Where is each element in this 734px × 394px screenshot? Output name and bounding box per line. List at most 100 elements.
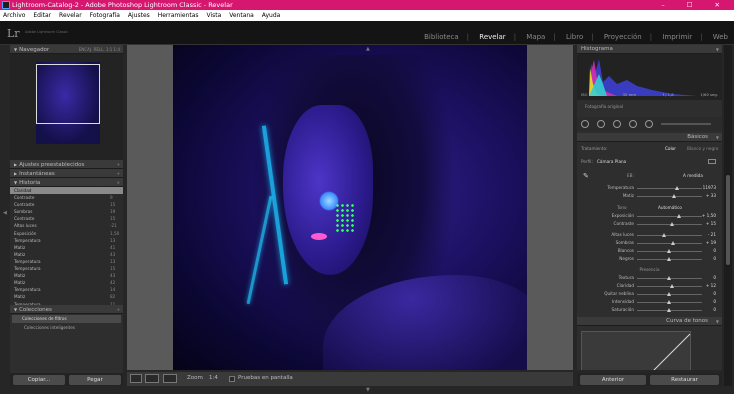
add-preset-icon[interactable]: + (117, 160, 120, 169)
slider-knob[interactable] (667, 249, 671, 253)
profile-select[interactable]: Cámara Plana (597, 158, 626, 166)
history-item[interactable]: Temperatura 13 (10, 258, 123, 265)
slider-knob[interactable] (669, 284, 674, 288)
menu-editar[interactable]: Editar (33, 12, 51, 19)
history-item[interactable]: Temperatura 15 (10, 265, 123, 272)
zoom-value[interactable]: 1:4 (209, 375, 218, 381)
treatment-bw-option[interactable]: Blanco y negro (687, 145, 718, 153)
red-eye-icon[interactable] (613, 120, 621, 128)
history-item[interactable]: Contraste 15 (10, 215, 123, 222)
loupe-view-icon[interactable] (130, 374, 142, 383)
slider-value[interactable]: - 21 (708, 231, 716, 239)
slider-knob[interactable] (667, 308, 671, 312)
auto-tone-button[interactable]: Automático (658, 205, 682, 210)
history-item[interactable]: Temperatura 14 (10, 286, 123, 293)
spot-removal-icon[interactable] (597, 120, 605, 128)
adjustment-brush-slider[interactable] (661, 123, 711, 125)
slider-knob[interactable] (667, 292, 671, 296)
slider-value[interactable]: 0 (713, 306, 716, 314)
slider-value[interactable]: 0 (713, 255, 716, 263)
before-after-icon[interactable] (145, 374, 159, 383)
slider-value[interactable]: + 15 (706, 220, 716, 228)
previous-button[interactable]: Anterior (580, 375, 646, 385)
history-item[interactable]: Contraste 9 (10, 194, 123, 201)
eyedropper-icon[interactable]: ✎ (583, 172, 589, 180)
tone-curve-header[interactable]: Curva de tonos ▼ (577, 317, 722, 326)
slider-value[interactable]: 0 (713, 274, 716, 282)
slider-value[interactable]: + 12 (706, 282, 716, 290)
clear-history-icon[interactable]: ✕ (117, 178, 120, 187)
tone-curve-graph[interactable] (581, 331, 691, 370)
slider-track[interactable] (637, 216, 702, 217)
slider-value[interactable]: 0 (713, 298, 716, 306)
add-snapshot-icon[interactable]: + (117, 169, 120, 178)
slider-knob[interactable] (670, 241, 675, 245)
add-collection-icon[interactable]: + (117, 305, 120, 314)
photo-preview[interactable] (173, 45, 527, 370)
slider-track[interactable] (637, 188, 702, 189)
history-item[interactable]: Matiz 43 (10, 251, 123, 258)
presets-header[interactable]: ▶ Ajustes preestablecidos + (10, 160, 123, 169)
left-panel-collapse-icon[interactable]: ◀ (3, 210, 7, 216)
window-controls[interactable]: – ☐ ✕ (661, 0, 730, 10)
snapshots-header[interactable]: ▶ Instantáneas + (10, 169, 123, 178)
history-item[interactable]: Contraste 15 (10, 201, 123, 208)
bottom-panel-collapse-icon[interactable]: ▼ (366, 387, 370, 393)
history-item[interactable]: Matiz 43 (10, 272, 123, 279)
slider-knob[interactable] (672, 194, 677, 198)
slider-knob[interactable] (667, 276, 671, 280)
navigator-header[interactable]: ▼ Navegador ENCAJ. RELL. 1:1 1:4 (10, 45, 123, 54)
slider-track[interactable] (637, 196, 702, 197)
navigator-view-frame[interactable] (36, 64, 100, 124)
history-item[interactable]: Matiz 82 (10, 293, 123, 300)
slider-track[interactable] (637, 243, 702, 244)
navigator-preview[interactable] (10, 54, 123, 160)
module-web[interactable]: Web (713, 33, 728, 41)
reference-view-icon[interactable] (163, 374, 177, 383)
menu-revelar[interactable]: Revelar (59, 12, 82, 19)
history-item[interactable]: Exposición 1,50 (10, 230, 123, 237)
collections-header[interactable]: ▼ Colecciones + (10, 305, 123, 314)
menu-archivo[interactable]: Archivo (3, 12, 25, 19)
menu-ayuda[interactable]: Ayuda (262, 12, 281, 19)
wb-select[interactable]: A medida (683, 172, 703, 180)
slider-knob[interactable] (667, 300, 671, 304)
soft-proof-checkbox[interactable] (229, 376, 235, 382)
basic-header[interactable]: Básicos ▼ (577, 133, 722, 142)
collection-filter-row[interactable]: Colecciones de filtros (12, 315, 121, 323)
crop-tool-icon[interactable] (581, 120, 589, 128)
radial-filter-icon[interactable] (645, 120, 653, 128)
module-biblioteca[interactable]: Biblioteca (424, 33, 459, 41)
module-mapa[interactable]: Mapa (526, 33, 545, 41)
histogram-header[interactable]: Histograma ▼ (577, 45, 722, 54)
history-item[interactable]: Sombras 19 (10, 208, 123, 215)
menu-vista[interactable]: Vista (206, 12, 221, 19)
copy-button[interactable]: Copiar... (13, 375, 65, 385)
history-item[interactable]: Matiz 41 (10, 244, 123, 251)
slider-knob[interactable] (667, 257, 671, 261)
right-panel-scrollbar[interactable] (724, 45, 732, 386)
top-panel-collapse-icon[interactable]: ▲ (366, 46, 370, 52)
menu-fotografia[interactable]: Fotografía (90, 12, 120, 19)
slider-knob[interactable] (674, 186, 679, 190)
slider-knob[interactable] (670, 222, 675, 226)
slider-value[interactable]: 0 (713, 247, 716, 255)
profile-browser-icon[interactable] (708, 159, 716, 164)
navigator-zoom-options[interactable]: ENCAJ. RELL. 1:1 1:4 (79, 45, 120, 54)
slider-knob[interactable] (676, 214, 681, 218)
module-libro[interactable]: Libro (566, 33, 583, 41)
menu-ventana[interactable]: Ventana (229, 12, 254, 19)
reset-button[interactable]: Restaurar (650, 375, 719, 385)
graduated-filter-icon[interactable] (629, 120, 637, 128)
treatment-color-option[interactable]: Color (665, 145, 676, 153)
module-imprimir[interactable]: Imprimir (662, 33, 692, 41)
collection-smart-row[interactable]: Colecciones inteligentes (10, 324, 123, 332)
slider-track[interactable] (637, 235, 702, 236)
slider-value[interactable]: 0 (713, 290, 716, 298)
scrollbar-thumb[interactable] (726, 175, 730, 265)
history-item[interactable]: Temperatura 13 (10, 237, 123, 244)
slider-value[interactable]: + 1,50 (702, 212, 716, 220)
history-item[interactable]: Altas luces -21 (10, 222, 123, 229)
menu-ajustes[interactable]: Ajustes (128, 12, 150, 19)
slider-value[interactable]: + 33 (706, 192, 716, 200)
